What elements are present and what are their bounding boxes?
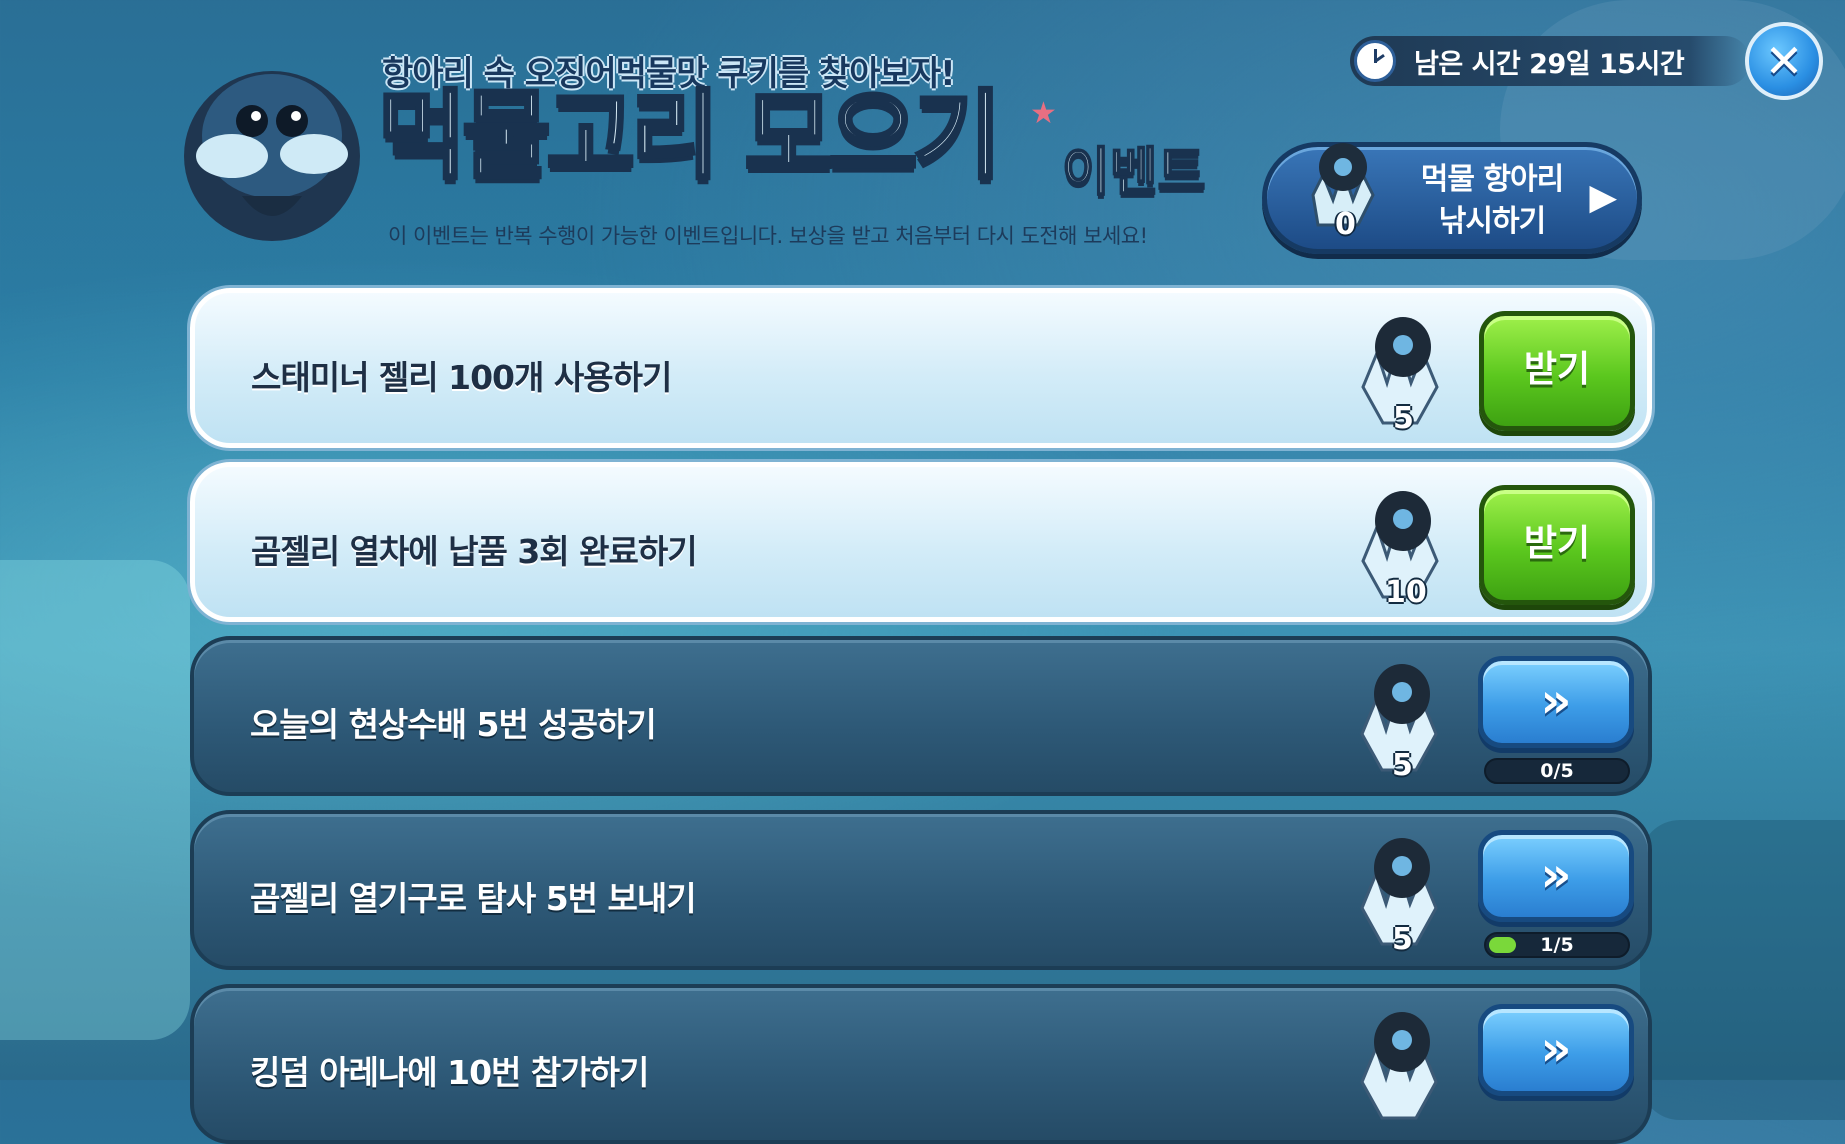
reward-count: 5 (1392, 922, 1413, 957)
progress-text: 1/5 (1540, 934, 1574, 956)
reward-count: 10 (1385, 575, 1427, 610)
mission-label: 킹덤 아레나에 10번 참가하기 (250, 1053, 649, 1092)
progress-text: 0/5 (1540, 760, 1574, 782)
play-arrow-icon: ▶ (1589, 177, 1617, 218)
mission-row: 킹덤 아레나에 10번 참가하기 » (190, 984, 1652, 1144)
mission-row: 곰젤리 열기구로 탐사 5번 보내기 5 » 1/5 (190, 810, 1652, 970)
go-button[interactable]: » (1478, 656, 1634, 748)
squid-ink-cookie-mascot (184, 71, 360, 241)
reward-count: 5 (1392, 748, 1413, 783)
background-coral (1640, 820, 1845, 1120)
mission-label: 곰젤리 열기구로 탐사 5번 보내기 (250, 879, 697, 918)
close-button[interactable]: ✕ (1745, 22, 1823, 100)
claim-button[interactable]: 받기 (1479, 485, 1635, 605)
fishing-label-line1: 먹물 항아리 (1420, 162, 1564, 197)
mission-progress-bar: 1/5 (1484, 932, 1630, 958)
remaining-time-text: 남은 시간 29일 15시간 (1414, 48, 1685, 80)
ink-jar-fishing-button[interactable]: 0 먹물 항아리 낚시하기 ▶ (1262, 142, 1642, 254)
remaining-time-badge: 남은 시간 29일 15시간 (1350, 36, 1750, 86)
fishing-label-line2: 낚시하기 (1438, 204, 1546, 239)
mission-row: 곰젤리 열차에 납품 3회 완료하기 10 받기 (190, 462, 1652, 622)
ink-ring-icon (1360, 1012, 1438, 1120)
mission-label: 스태미너 젤리 100개 사용하기 (251, 358, 672, 397)
star-icon: ★ (1030, 96, 1057, 131)
mission-label: 곰젤리 열차에 납품 3회 완료하기 (251, 532, 698, 571)
go-button[interactable]: » (1478, 1004, 1634, 1096)
mission-progress-bar: 0/5 (1484, 758, 1630, 784)
event-title: 먹물고리 모으기 (376, 80, 1004, 192)
mission-row: 오늘의 현상수배 5번 성공하기 5 » 0/5 (190, 636, 1652, 796)
background-coral (0, 560, 190, 1040)
ink-ring-count: 0 (1335, 207, 1356, 242)
reward-count: 5 (1393, 401, 1414, 436)
mission-label: 오늘의 현상수배 5번 성공하기 (250, 705, 657, 744)
close-icon: ✕ (1764, 34, 1804, 88)
fishing-button-label: 먹물 항아리 낚시하기 (1417, 159, 1567, 243)
clock-icon (1354, 40, 1396, 82)
go-button[interactable]: » (1478, 830, 1634, 922)
mission-row: 스태미너 젤리 100개 사용하기 5 받기 (190, 288, 1652, 448)
event-title-suffix: 이벤트 (1061, 142, 1207, 204)
event-repeat-note: 이 이벤트는 반복 수행이 가능한 이벤트입니다. 보상을 받고 처음부터 다시… (388, 224, 1148, 248)
claim-button[interactable]: 받기 (1479, 311, 1635, 431)
